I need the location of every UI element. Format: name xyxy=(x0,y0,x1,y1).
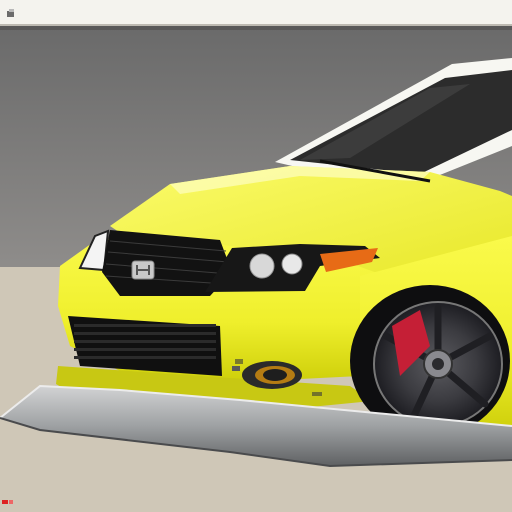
app-icon xyxy=(6,6,16,17)
car-render xyxy=(0,26,512,512)
corner-mark xyxy=(2,498,14,506)
title-bar xyxy=(0,0,512,26)
image-canvas[interactable] xyxy=(0,26,512,512)
image-viewer-window xyxy=(0,0,512,512)
